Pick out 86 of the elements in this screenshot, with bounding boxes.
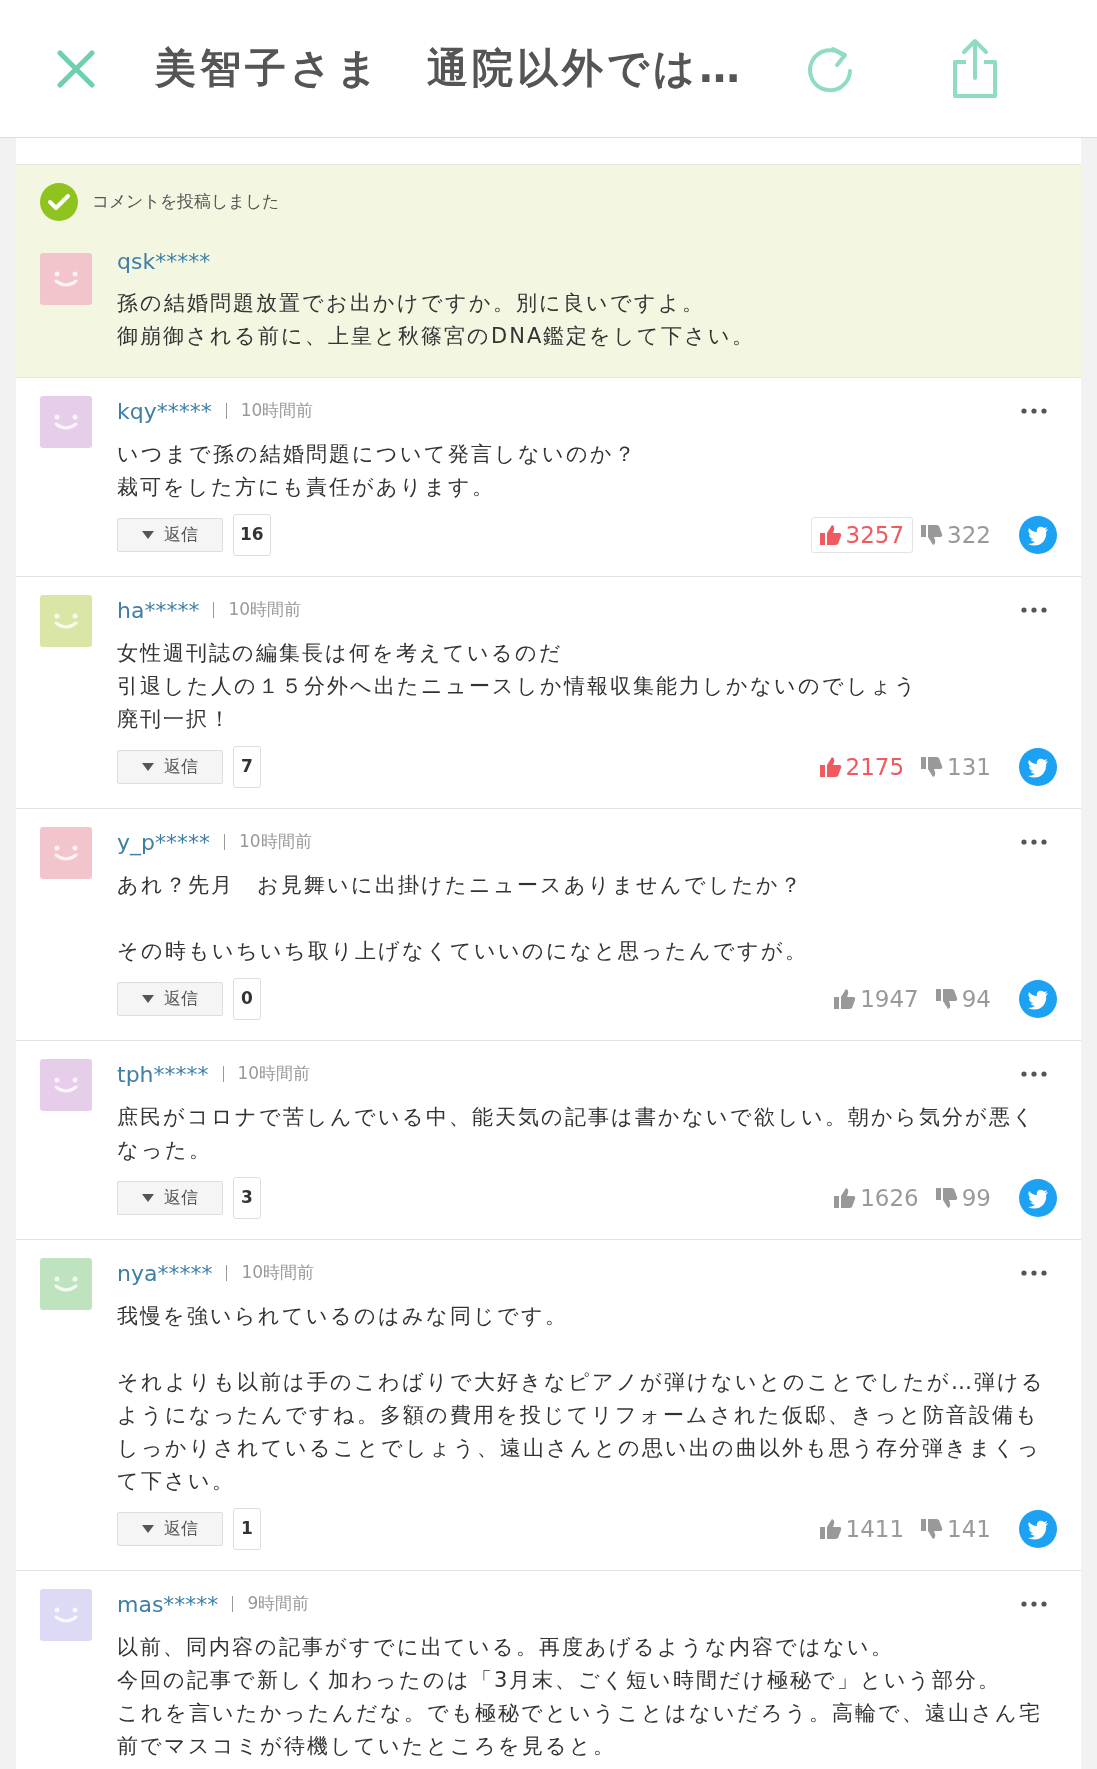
thumbs-down-icon (921, 525, 944, 545)
comment-text: それよりも以前は手のこわばりで大好きなピアノが弾けないとのことでしたが…弾けるようになったんですね。多額の費用を投じてリフォームされた仮邸、きっと防音設備もしっかりされていることでしょう、遠山さんとの思い出の曲以外も思う存分弾きまくって下さい。 (117, 1369, 1046, 1495)
smiley-face-icon (54, 845, 78, 861)
reply-count: 16 (233, 514, 271, 556)
smiley-face-icon (54, 1276, 78, 1292)
comment-text: 庶民がコロナで苦しんでいる中、能天気の記事は書かないで欲しい。朝から気分が悪くなった。 (117, 1104, 1037, 1164)
comment-text: 孫の結婚問題放置でお出かけですか。別に良いですよ。 (117, 290, 706, 317)
smiley-face-icon (54, 1607, 78, 1623)
status-message: コメントを投稿しました (92, 190, 279, 214)
timestamp: 10時間前 (240, 399, 314, 423)
reply-button[interactable]: 返信 (117, 750, 223, 784)
reply-button[interactable]: 返信 (117, 982, 223, 1016)
caret-icon (142, 995, 154, 1003)
comment-text: 女性週刊誌の編集長は何を考えているのだ (117, 640, 564, 667)
comment-text: 裁可をした方にも責任があります。 (117, 474, 496, 501)
thumbs-up-icon (834, 1188, 857, 1208)
twitter-icon[interactable] (1019, 1510, 1057, 1548)
thumbs-down-icon (935, 989, 958, 1009)
twitter-icon[interactable] (1019, 748, 1057, 786)
reply-button[interactable]: 返信 (117, 1181, 223, 1215)
more-icon[interactable] (1021, 1601, 1047, 1607)
dislike-button[interactable]: 322 (921, 517, 991, 553)
comment-text: これを言いたかったんだな。でも極秘でということはないだろう。高輪で、遠山さん宅前でマスコミが待機していたところを見ると。 (117, 1700, 1043, 1760)
caret-icon (142, 1525, 154, 1533)
twitter-icon[interactable] (1019, 980, 1057, 1018)
comment-text: いつまで孫の結婚問題について発言しないのか？ (117, 441, 638, 468)
reply-count: 3 (233, 1177, 261, 1219)
caret-icon (142, 531, 154, 539)
close-icon[interactable] (57, 49, 95, 88)
more-icon[interactable] (1021, 839, 1047, 845)
page-title: 美智子さま 通院以外では… (155, 42, 745, 94)
comment-text: あれ？先月 お見舞いに出掛けたニュースありませんでしたか？ (117, 872, 804, 899)
dislike-button[interactable]: 94 (935, 981, 991, 1017)
reply-button[interactable]: 返信 (117, 518, 223, 552)
username[interactable]: tph***** (117, 1057, 209, 1091)
thumbs-up-icon (834, 989, 857, 1009)
comment-text: 引退した人の１５分外へ出たニュースしか情報収集能力しかないのでしょう (117, 673, 919, 700)
thumbs-down-icon (921, 1519, 944, 1539)
twitter-icon[interactable] (1019, 1179, 1057, 1217)
reply-count: 1 (233, 1508, 261, 1550)
more-icon[interactable] (1021, 607, 1047, 613)
username[interactable]: nya***** (117, 1256, 213, 1290)
username[interactable]: ha***** (117, 593, 200, 627)
more-icon[interactable] (1021, 408, 1047, 414)
comment-text: 御崩御される前に、上皇と秋篠宮のDNA鑑定をして下さい。 (117, 323, 756, 350)
username[interactable]: mas***** (117, 1587, 219, 1621)
thumbs-up-icon (819, 757, 842, 777)
comment-text: 以前、同内容の記事がすでに出ている。再度あげるような内容ではない。 (117, 1634, 895, 1661)
thumbs-up-icon (819, 1519, 842, 1539)
timestamp: 9時間前 (247, 1592, 310, 1616)
username[interactable]: qsk***** (117, 247, 756, 277)
like-button[interactable]: 1411 (810, 1511, 914, 1547)
smiley-face-icon (54, 414, 78, 430)
dislike-button[interactable]: 131 (921, 749, 991, 785)
timestamp: 10時間前 (239, 830, 312, 854)
username[interactable]: kqy***** (117, 394, 212, 428)
dislike-button[interactable]: 141 (921, 1511, 991, 1547)
thumbs-down-icon (935, 1188, 958, 1208)
like-button[interactable]: 2175 (810, 749, 914, 785)
caret-icon (142, 763, 154, 771)
smiley-face-icon (54, 613, 78, 629)
comment-text: 廃刊一択！ (117, 706, 233, 733)
comment-text: 今回の記事で新しく加わったのは「3月末、ごく短い時間だけ極秘で」という部分。 (117, 1667, 1003, 1694)
like-button[interactable]: 3257 (810, 517, 914, 553)
timestamp: 10時間前 (228, 598, 302, 622)
dislike-button[interactable]: 99 (935, 1180, 991, 1216)
thumbs-down-icon (921, 757, 944, 777)
reply-button[interactable]: 返信 (117, 1512, 223, 1546)
smiley-face-icon (54, 1077, 78, 1093)
username[interactable]: y_p***** (117, 825, 210, 859)
comment-text: その時もいちいち取り上げなくていいのになと思ったんですが。 (117, 938, 809, 965)
timestamp: 10時間前 (241, 1261, 315, 1285)
timestamp: 10時間前 (237, 1062, 311, 1086)
reply-count: 0 (233, 978, 261, 1020)
like-button[interactable]: 1626 (825, 1180, 928, 1216)
like-button[interactable]: 1947 (825, 981, 928, 1017)
comment-text: 我慢を強いられているのはみな同じです。 (117, 1303, 569, 1330)
twitter-icon[interactable] (1019, 516, 1057, 554)
thumbs-up-icon (819, 525, 842, 545)
reply-count: 7 (233, 746, 261, 788)
caret-icon (142, 1194, 154, 1202)
more-icon[interactable] (1021, 1071, 1047, 1077)
more-icon[interactable] (1021, 1270, 1047, 1276)
share-icon[interactable] (950, 37, 1000, 100)
smiley-face-icon (54, 271, 78, 287)
check-icon (40, 183, 78, 221)
